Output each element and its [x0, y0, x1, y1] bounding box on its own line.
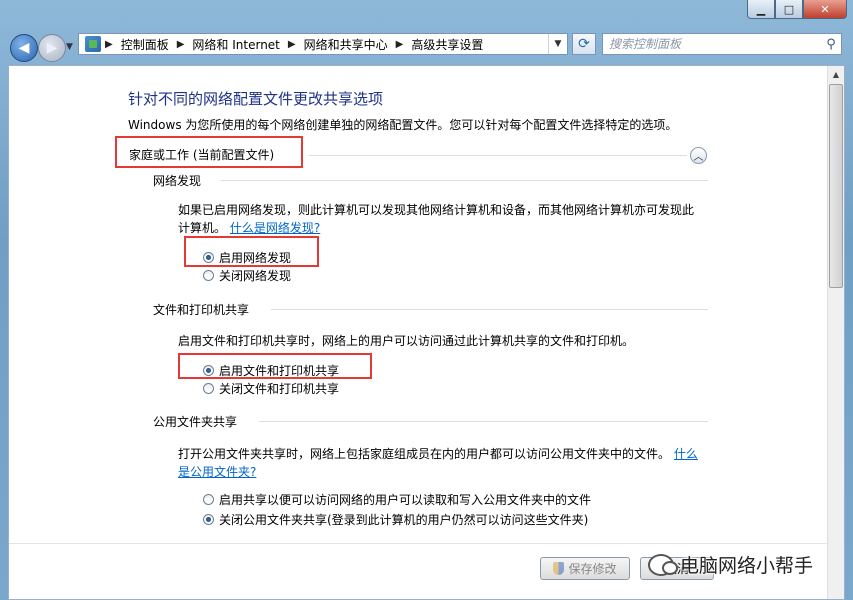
network-discovery-text-line1: 如果已启用网络发现，则此计算机可以发现其他网络计算机和设备，而其他网络计算机亦可…	[178, 203, 695, 217]
maximize-button[interactable]: □	[775, 0, 803, 19]
refresh-button[interactable]: ⟳	[572, 33, 596, 55]
breadcrumb-network-internet[interactable]: 网络和 Internet	[192, 36, 279, 53]
settings-pane: ▲ 针对不同的网络配置文件更改共享选项 Windows 为您所使用的每个网络创建…	[8, 65, 845, 600]
radio-disable-file-printer-sharing[interactable]: 关闭文件和打印机共享	[203, 380, 339, 397]
highlight-box-network-discovery	[184, 236, 319, 267]
breadcrumb-separator-icon[interactable]: ▶	[396, 39, 404, 50]
breadcrumb-separator-icon[interactable]: ▶	[288, 39, 296, 50]
arrow-left-icon: ◀	[18, 40, 30, 56]
highlight-box-profile	[115, 136, 303, 168]
vertical-scrollbar[interactable]: ▲	[827, 66, 844, 599]
search-icon[interactable]: ⚲	[821, 37, 841, 52]
collapse-profile-button[interactable]: ︿	[690, 147, 707, 164]
forward-button[interactable]: ▶	[38, 34, 66, 62]
what-is-network-discovery-link[interactable]: 什么是网络发现?	[230, 221, 320, 235]
uac-shield-icon	[553, 562, 565, 575]
section-divider	[259, 421, 708, 422]
network-discovery-text-line2: 计算机。	[178, 221, 227, 235]
profile-divider	[309, 155, 687, 156]
radio-label: 关闭公用文件夹共享(登录到此计算机的用户仍然可以访问这些文件夹)	[219, 513, 589, 527]
wechat-logo-icon	[648, 553, 678, 576]
what-is-public-folder-link-continued[interactable]: 是公用文件夹?	[178, 465, 256, 479]
back-button[interactable]: ◀	[10, 34, 38, 62]
scroll-up-icon[interactable]: ▲	[828, 66, 844, 83]
watermark: 电脑网络小帮手	[648, 551, 813, 578]
public-folder-sharing-description: 打开公用文件夹共享时，网络上包括家庭组成员在内的用户都可以访问公用文件夹中的文件…	[178, 445, 708, 481]
breadcrumb-separator-icon[interactable]: ▶	[177, 39, 185, 50]
highlight-box-file-printer-sharing	[178, 353, 372, 379]
control-panel-icon	[85, 36, 101, 52]
search-box: ⚲	[602, 33, 842, 55]
breadcrumb: 控制面板 ▶ 网络和 Internet ▶ 网络和共享中心 ▶ 高级共享设置	[121, 36, 484, 53]
title-bar: ▁ □ ✕	[0, 0, 853, 28]
save-changes-button[interactable]: 保存修改	[540, 557, 630, 580]
navigation-bar: ◀ ▶ ▼ ▶ 控制面板 ▶ 网络和 Internet ▶ 网络和共享中心 ▶ …	[0, 28, 853, 64]
address-bar[interactable]: ▶ 控制面板 ▶ 网络和 Internet ▶ 网络和共享中心 ▶ 高级共享设置…	[78, 33, 568, 55]
section-divider	[271, 309, 708, 310]
breadcrumb-network-sharing-center[interactable]: 网络和共享中心	[304, 36, 388, 53]
radio-selected-icon	[203, 514, 214, 525]
network-discovery-heading: 网络发现	[153, 174, 202, 188]
search-input[interactable]	[603, 35, 821, 53]
file-printer-sharing-description: 启用文件和打印机共享时，网络上的用户可以访问通过此计算机共享的文件和打印机。	[178, 334, 635, 348]
section-divider	[221, 180, 708, 181]
breadcrumb-advanced-sharing-settings[interactable]: 高级共享设置	[411, 36, 483, 53]
address-dropdown-button[interactable]: ▼	[548, 34, 567, 54]
public-folder-sharing-heading: 公用文件夹共享	[153, 415, 238, 429]
chevron-down-icon: ▼	[66, 42, 73, 52]
page-description: Windows 为您所使用的每个网络创建单独的网络配置文件。您可以针对每个配置文…	[128, 118, 678, 132]
radio-label: 关闭文件和打印机共享	[219, 382, 340, 396]
close-button[interactable]: ✕	[803, 0, 847, 19]
chevron-up-icon: ︿	[693, 152, 704, 163]
radio-enable-public-folder-sharing[interactable]: 启用共享以便可以访问网络的用户可以读取和写入公用文件夹中的文件	[203, 491, 591, 508]
watermark-text: 电脑网络小帮手	[680, 555, 814, 577]
radio-unselected-icon	[203, 270, 214, 281]
what-is-public-folder-link[interactable]: 什么	[674, 447, 698, 461]
public-folder-text-line1: 打开公用文件夹共享时，网络上包括家庭组成员在内的用户都可以访问公用文件夹中的文件…	[178, 447, 671, 461]
file-printer-sharing-heading: 文件和打印机共享	[153, 303, 250, 317]
window-controls: ▁ □ ✕	[747, 0, 847, 20]
chevron-down-icon: ▼	[554, 39, 562, 49]
network-discovery-description: 如果已启用网络发现，则此计算机可以发现其他网络计算机和设备，而其他网络计算机亦可…	[178, 201, 708, 237]
footer-divider	[9, 543, 829, 544]
minimize-button[interactable]: ▁	[747, 0, 775, 19]
recent-pages-dropdown[interactable]: ▼	[66, 42, 73, 52]
scrollbar-thumb[interactable]	[829, 84, 843, 288]
explorer-window: ▁ □ ✕ ◀ ▶ ▼ ▶ 控制面板 ▶ 网络和 Internet ▶ 网络和共…	[0, 0, 853, 600]
radio-unselected-icon	[203, 383, 214, 394]
refresh-icon: ⟳	[578, 36, 590, 52]
breadcrumb-separator-icon[interactable]: ▶	[105, 39, 113, 50]
arrow-right-icon: ▶	[46, 40, 58, 56]
radio-label: 启用共享以便可以访问网络的用户可以读取和写入公用文件夹中的文件	[219, 493, 592, 507]
radio-label: 关闭网络发现	[219, 269, 292, 283]
radio-disable-public-folder-sharing[interactable]: 关闭公用文件夹共享(登录到此计算机的用户仍然可以访问这些文件夹)	[203, 511, 588, 528]
page-title: 针对不同的网络配置文件更改共享选项	[128, 90, 384, 108]
breadcrumb-control-panel[interactable]: 控制面板	[121, 36, 169, 53]
save-changes-label: 保存修改	[568, 562, 617, 576]
radio-disable-network-discovery[interactable]: 关闭网络发现	[203, 267, 291, 284]
radio-unselected-icon	[203, 494, 214, 505]
